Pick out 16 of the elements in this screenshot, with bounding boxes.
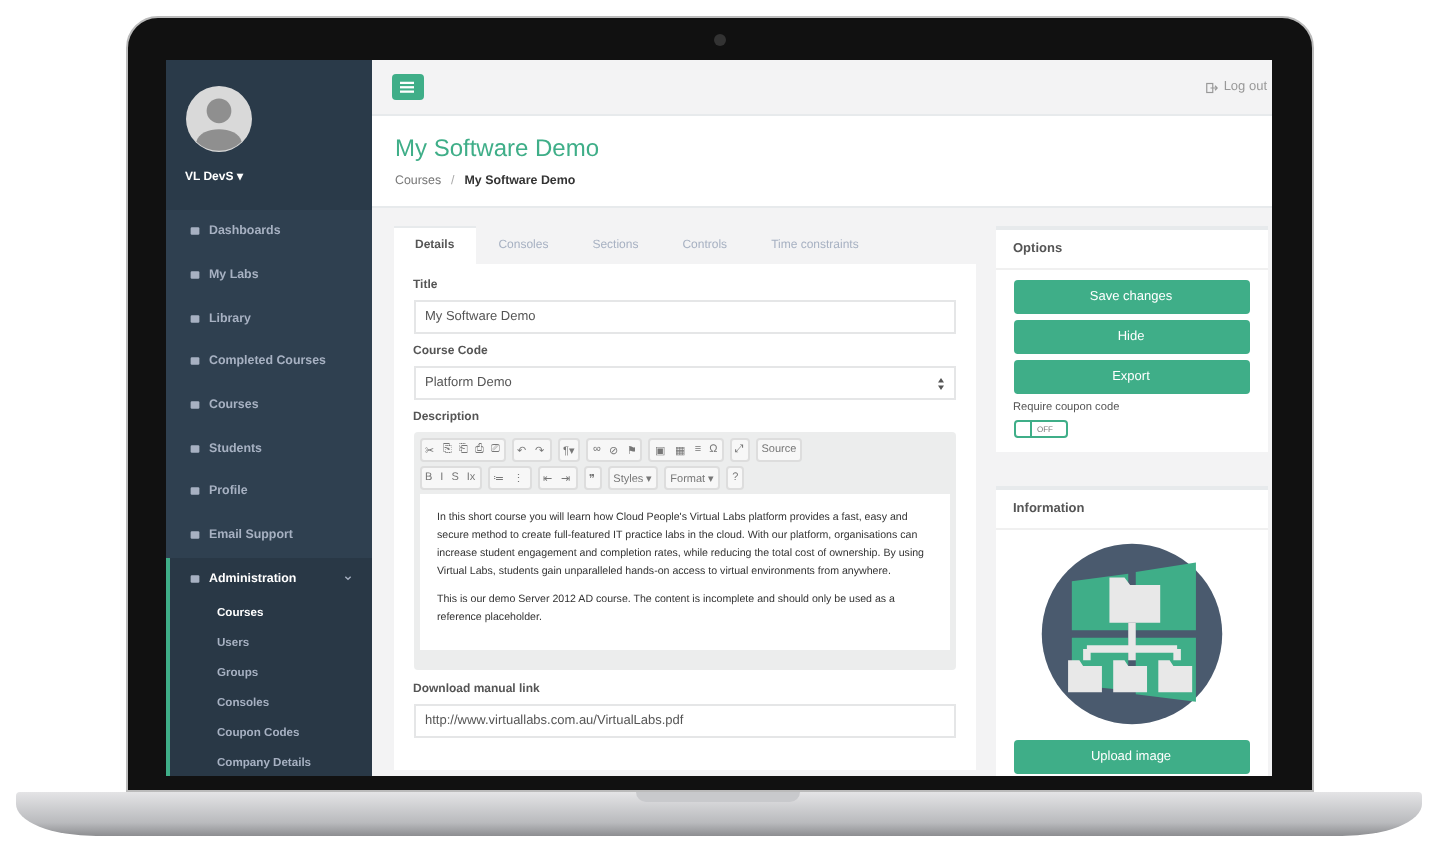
menu-icon: [400, 80, 414, 94]
sort-arrows-icon: [937, 377, 943, 389]
menu-button[interactable]: [391, 74, 423, 100]
sign-out-icon: [1205, 81, 1218, 93]
page-title: My Software Demo: [395, 134, 602, 162]
menu-icon: [189, 313, 199, 324]
menu-icon: [189, 573, 199, 584]
menu-icon: [189, 486, 199, 497]
avatar-icon: [185, 86, 251, 152]
menu-icon: [189, 400, 199, 411]
menu-icon: [189, 356, 199, 367]
menu-icon: [189, 443, 199, 454]
menu-icon: [189, 270, 199, 281]
camera-icon: [713, 34, 725, 46]
menu-icon: [189, 226, 199, 237]
menu-icon: [189, 530, 199, 541]
